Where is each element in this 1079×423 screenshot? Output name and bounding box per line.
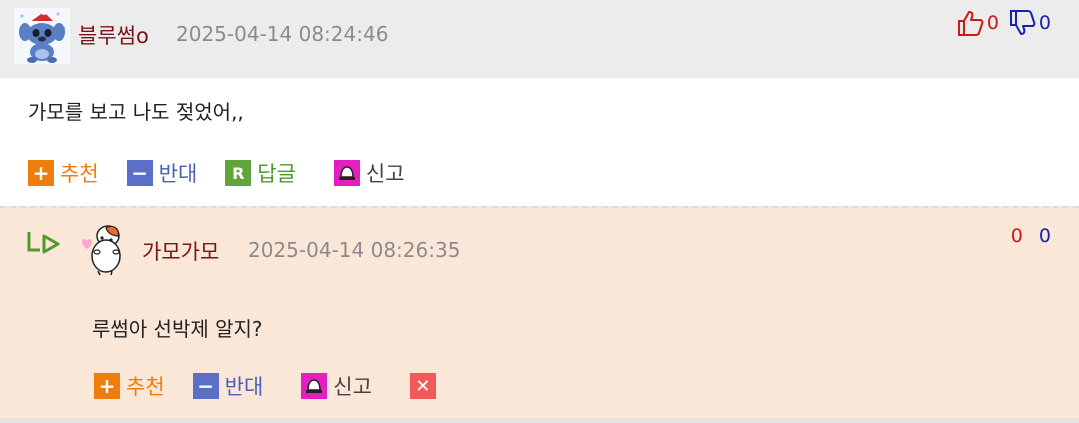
plus-icon: + [28,160,54,186]
oppose-label: 반대 [224,375,264,399]
reply-like-count[interactable]: 0 [1011,225,1023,247]
reply-button[interactable]: R 답글 [225,158,296,188]
minus-icon: − [192,373,219,399]
comment-text: 가모를 보고 나도 젖었어,, [28,100,244,124]
reply-votes: 0 0 [1011,225,1051,247]
report-label: 신고 [333,375,372,399]
reply-label: 답글 [257,162,296,186]
reply-author[interactable]: 가모가모 [142,236,219,266]
report-label: 신고 [365,162,405,186]
comment-author[interactable]: 블루썸o [78,20,149,50]
like-count: 0 [986,12,999,34]
oppose-label: 반대 [158,162,198,186]
comment-header [0,0,1079,78]
recommend-button[interactable]: + 추천 [28,158,99,188]
reply-oppose-button[interactable]: − 반대 [192,371,264,401]
divider [0,418,1079,423]
user-avatar[interactable] [14,8,70,64]
reply-report-button[interactable]: 신고 [301,371,372,401]
recommend-label: 추천 [60,162,99,186]
thumbs-up-icon[interactable] [955,8,985,38]
hamster-avatar-icon[interactable] [78,222,130,276]
report-button[interactable]: 신고 [333,158,405,188]
reply-text: 루썸아 선박제 알지? [92,317,263,341]
plus-icon: + [94,373,120,399]
reply-r-icon: R [225,160,252,186]
thumbs-down-icon[interactable] [1007,8,1037,38]
comment-timestamp: 2025-04-14 08:24:46 [176,22,389,46]
delete-button[interactable]: ✕ [409,373,442,399]
reply-recommend-button[interactable]: + 추천 [94,371,165,401]
reply-actions: + 추천 − 반대 신고 ✕ [94,371,470,401]
oppose-button[interactable]: − 반대 [126,158,198,188]
comment-votes: 0 0 [955,8,1051,38]
close-icon: ✕ [409,373,436,399]
siren-icon [333,160,360,186]
minus-icon: − [126,160,153,186]
siren-icon [301,373,328,399]
reply-dislike-count[interactable]: 0 [1039,225,1051,247]
dislike-count: 0 [1038,12,1051,34]
stitch-avatar-icon [19,9,66,63]
reply-timestamp: 2025-04-14 08:26:35 [248,238,461,262]
comment-actions: + 추천 − 반대 R 답글 신고 [28,158,433,188]
reply-arrow-icon [27,232,60,254]
recommend-label: 추천 [126,375,165,399]
